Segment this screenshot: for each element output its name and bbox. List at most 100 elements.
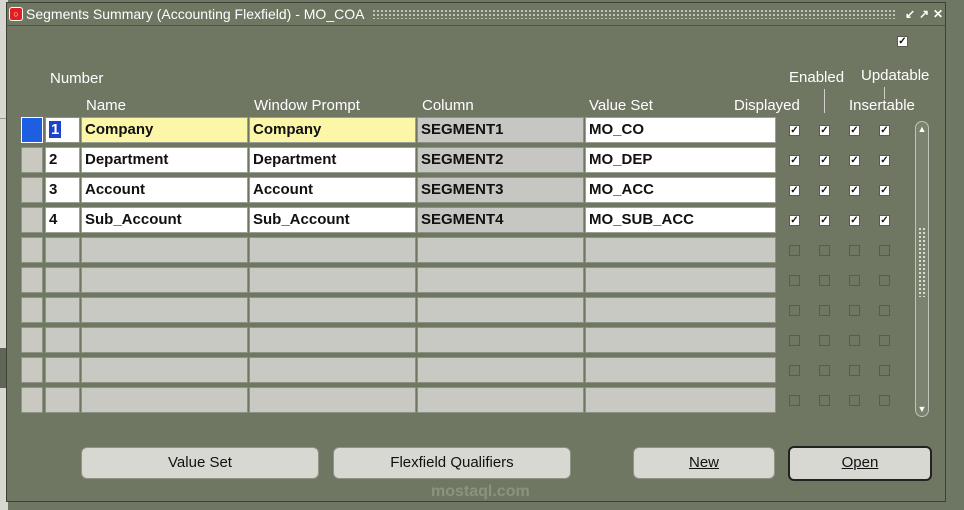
cell-name[interactable] (81, 327, 248, 353)
displayed-checkbox[interactable] (789, 335, 800, 346)
displayed-checkbox[interactable] (789, 245, 800, 256)
cell-column[interactable] (417, 267, 584, 293)
cell-window-prompt[interactable]: Account (249, 177, 416, 203)
title-bar[interactable]: ○ Segments Summary (Accounting Flexfield… (7, 3, 945, 26)
enabled-checkbox[interactable]: ✓ (819, 125, 830, 136)
displayed-checkbox[interactable] (789, 395, 800, 406)
cell-number[interactable] (45, 387, 80, 413)
insertable-checkbox[interactable] (849, 365, 860, 376)
cell-value-set[interactable] (585, 327, 776, 353)
displayed-checkbox[interactable] (789, 365, 800, 376)
cell-window-prompt[interactable] (249, 357, 416, 383)
updatable-checkbox[interactable] (879, 395, 890, 406)
cell-number[interactable]: 2 (45, 147, 80, 173)
cell-value-set[interactable] (585, 267, 776, 293)
cell-column[interactable] (417, 297, 584, 323)
enabled-checkbox[interactable] (819, 305, 830, 316)
cell-name[interactable] (81, 297, 248, 323)
enabled-checkbox[interactable] (819, 275, 830, 286)
updatable-checkbox[interactable]: ✓ (879, 155, 890, 166)
cell-value-set[interactable] (585, 237, 776, 263)
enabled-checkbox[interactable] (819, 245, 830, 256)
cell-window-prompt[interactable] (249, 387, 416, 413)
cell-window-prompt[interactable] (249, 297, 416, 323)
cell-number[interactable] (45, 327, 80, 353)
displayed-checkbox[interactable]: ✓ (789, 155, 800, 166)
cell-name[interactable] (81, 237, 248, 263)
row-selector[interactable] (21, 297, 43, 323)
enabled-checkbox[interactable]: ✓ (819, 155, 830, 166)
enabled-checkbox[interactable] (819, 365, 830, 376)
cell-name[interactable] (81, 357, 248, 383)
scroll-thumb[interactable] (918, 227, 926, 297)
cell-window-prompt[interactable]: Company (249, 117, 416, 143)
cell-value-set[interactable]: MO_SUB_ACC (585, 207, 776, 233)
cell-window-prompt[interactable] (249, 327, 416, 353)
flexfield-qualifiers-button[interactable]: Flexfield Qualifiers (333, 447, 571, 479)
displayed-checkbox[interactable]: ✓ (789, 215, 800, 226)
displayed-checkbox[interactable] (789, 275, 800, 286)
cell-number[interactable]: 4 (45, 207, 80, 233)
row-selector[interactable] (21, 327, 43, 353)
cell-name[interactable]: Department (81, 147, 248, 173)
insertable-checkbox[interactable] (849, 305, 860, 316)
cell-number[interactable] (45, 237, 80, 263)
updatable-checkbox[interactable] (879, 305, 890, 316)
cell-number[interactable] (45, 297, 80, 323)
cell-value-set[interactable] (585, 357, 776, 383)
displayed-checkbox[interactable] (789, 305, 800, 316)
maximize-icon[interactable]: ↗ (917, 7, 931, 21)
cell-number[interactable] (45, 267, 80, 293)
corner-checkbox[interactable]: ✓ (897, 36, 908, 47)
cell-value-set[interactable]: MO_ACC (585, 177, 776, 203)
open-button[interactable]: Open (788, 446, 932, 481)
row-selector[interactable] (21, 117, 43, 143)
insertable-checkbox[interactable]: ✓ (849, 125, 860, 136)
row-selector[interactable] (21, 357, 43, 383)
updatable-checkbox[interactable] (879, 275, 890, 286)
cell-name[interactable]: Sub_Account (81, 207, 248, 233)
updatable-checkbox[interactable] (879, 245, 890, 256)
cell-value-set[interactable]: MO_CO (585, 117, 776, 143)
insertable-checkbox[interactable] (849, 275, 860, 286)
updatable-checkbox[interactable]: ✓ (879, 185, 890, 196)
cell-value-set[interactable] (585, 387, 776, 413)
row-selector[interactable] (21, 177, 43, 203)
insertable-checkbox[interactable] (849, 245, 860, 256)
cell-column[interactable] (417, 357, 584, 383)
new-button[interactable]: New (633, 447, 775, 479)
cell-window-prompt[interactable]: Sub_Account (249, 207, 416, 233)
enabled-checkbox[interactable]: ✓ (819, 215, 830, 226)
cell-column[interactable] (417, 387, 584, 413)
cell-window-prompt[interactable] (249, 267, 416, 293)
cell-number[interactable] (45, 357, 80, 383)
displayed-checkbox[interactable]: ✓ (789, 185, 800, 196)
insertable-checkbox[interactable]: ✓ (849, 155, 860, 166)
close-icon[interactable]: ✕ (931, 7, 945, 21)
updatable-checkbox[interactable]: ✓ (879, 215, 890, 226)
cell-column[interactable] (417, 237, 584, 263)
enabled-checkbox[interactable] (819, 335, 830, 346)
cell-column[interactable] (417, 327, 584, 353)
cell-value-set[interactable] (585, 297, 776, 323)
enabled-checkbox[interactable] (819, 395, 830, 406)
chevron-up-icon[interactable]: ▲ (916, 123, 928, 135)
cell-name[interactable] (81, 267, 248, 293)
insertable-checkbox[interactable] (849, 335, 860, 346)
cell-value-set[interactable]: MO_DEP (585, 147, 776, 173)
row-selector[interactable] (21, 387, 43, 413)
displayed-checkbox[interactable]: ✓ (789, 125, 800, 136)
cell-number[interactable]: 1 (45, 117, 80, 143)
insertable-checkbox[interactable]: ✓ (849, 185, 860, 196)
updatable-checkbox[interactable]: ✓ (879, 125, 890, 136)
cell-window-prompt[interactable]: Department (249, 147, 416, 173)
chevron-down-icon[interactable]: ▼ (916, 403, 928, 415)
cell-number[interactable]: 3 (45, 177, 80, 203)
row-selector[interactable] (21, 237, 43, 263)
cell-name[interactable] (81, 387, 248, 413)
cell-name[interactable]: Account (81, 177, 248, 203)
insertable-checkbox[interactable] (849, 395, 860, 406)
cell-window-prompt[interactable] (249, 237, 416, 263)
enabled-checkbox[interactable]: ✓ (819, 185, 830, 196)
vertical-scrollbar[interactable]: ▲ ▼ (915, 121, 929, 417)
